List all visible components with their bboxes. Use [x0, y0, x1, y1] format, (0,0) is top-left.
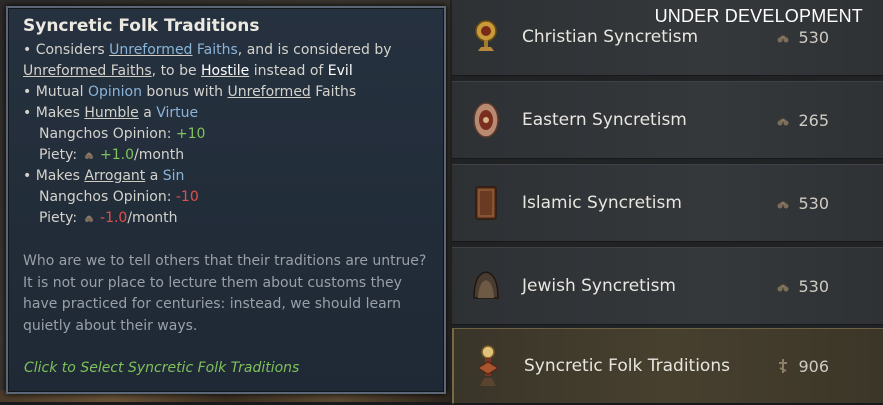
click-hint: Click to Select Syncretic Folk Tradition… [24, 360, 300, 376]
helmet-icon [456, 247, 516, 325]
humble-link[interactable]: Humble [84, 105, 138, 121]
cost-value: 530 [798, 276, 829, 296]
cost-value: 530 [798, 193, 829, 213]
cost: 530 [774, 194, 829, 213]
tooltip-line: Unreformed Faiths, to be Hostile instead… [23, 63, 353, 79]
chalice-icon [456, 0, 516, 76]
list-item-label: Christian Syncretism [522, 27, 699, 47]
cost: 906 [774, 357, 829, 376]
unreformed-faiths-link[interactable]: Unreformed Faiths [23, 63, 152, 79]
arrogant-link[interactable]: Arrogant [84, 168, 145, 184]
totem-icon [458, 327, 518, 405]
tooltip-line: Piety: -1.0/month [39, 210, 178, 226]
unreformed-link[interactable]: Unreformed [109, 42, 192, 58]
tooltip-line: Nangchos Opinion: +10 [39, 126, 206, 142]
book-icon [456, 164, 516, 242]
tooltip-line: • Mutual Opinion bonus with Unreformed F… [23, 84, 357, 100]
list-item-label: Syncretic Folk Traditions [524, 356, 730, 376]
tooltip-line: • Considers Unreformed Faiths, and is co… [23, 42, 392, 58]
piety-icon [84, 215, 93, 222]
list-item-eastern-syncretism[interactable]: Eastern Syncretism 265 [452, 81, 883, 159]
cost: 530 [774, 277, 829, 296]
tooltip-title: Syncretic Folk Traditions [23, 16, 260, 36]
cost-value: 530 [798, 27, 829, 47]
tooltip-panel: Syncretic Folk Traditions • Considers Un… [6, 6, 446, 394]
list-item-syncretic-folk-traditions[interactable]: Syncretic Folk Traditions 906 [452, 328, 883, 404]
tooltip-line: Piety: +1.0/month [39, 147, 185, 163]
piety-icon [777, 201, 789, 209]
piety-icon [84, 152, 93, 159]
list-item-label: Jewish Syncretism [522, 276, 676, 296]
cost-value: 906 [798, 356, 829, 376]
tooltip-line: • Makes Arrogant a Sin [23, 168, 185, 184]
unreformed-link[interactable]: Unreformed [228, 84, 311, 100]
cost: 265 [774, 111, 829, 130]
list-item-islamic-syncretism[interactable]: Islamic Syncretism 530 [452, 164, 883, 242]
list-item-label: Islamic Syncretism [522, 193, 682, 213]
list-item-jewish-syncretism[interactable]: Jewish Syncretism 530 [452, 247, 883, 325]
tooltip-line: • Makes Humble a Virtue [23, 105, 199, 121]
piety-icon [777, 118, 789, 126]
list-item-label: Eastern Syncretism [522, 110, 687, 130]
under-development-label: UNDER DEVELOPMENT [654, 6, 863, 26]
piety-icon [777, 284, 789, 292]
flavor-text: Who are we to tell others that their tra… [23, 253, 427, 334]
wheel-icon [456, 81, 516, 159]
tenet-cost-icon [779, 359, 788, 373]
cost-value: 265 [798, 110, 829, 130]
piety-icon [777, 35, 789, 43]
tooltip-line: Nangchos Opinion: -10 [39, 189, 199, 205]
hostile-link[interactable]: Hostile [201, 63, 249, 79]
cost: 530 [774, 28, 829, 47]
